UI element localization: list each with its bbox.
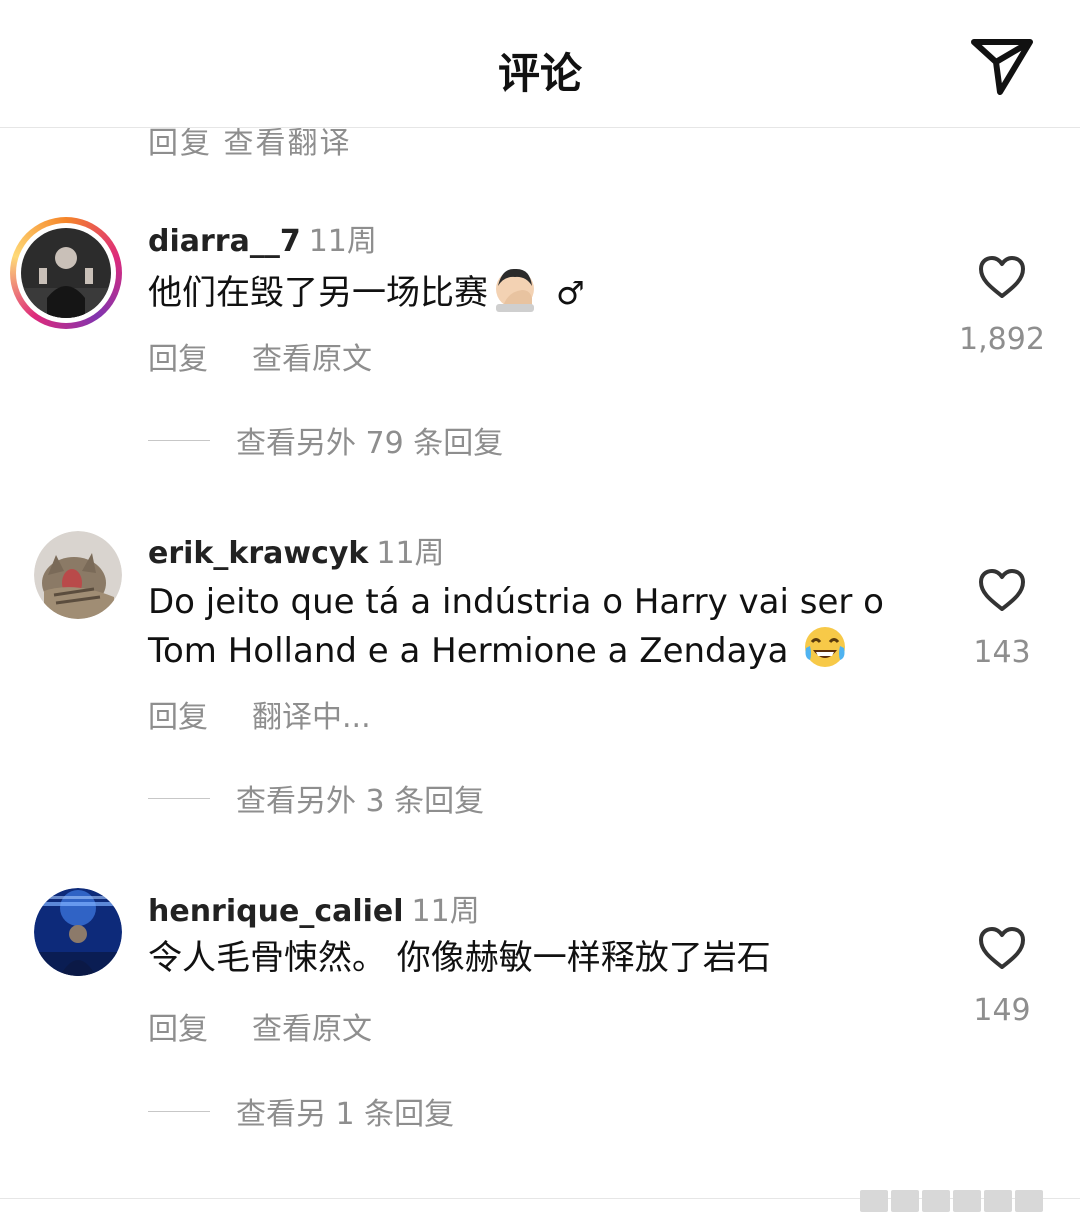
- see-original-button[interactable]: 查看原文: [252, 1012, 372, 1047]
- reply-button[interactable]: 回复: [148, 700, 208, 735]
- divider: [148, 1110, 210, 1112]
- like-count: 1,892: [959, 322, 1045, 357]
- comment-actions: 回复 翻译中...: [148, 692, 371, 736]
- view-more-replies[interactable]: 查看另外 3 条回复: [148, 776, 484, 820]
- heart-icon[interactable]: [977, 254, 1027, 300]
- avatar[interactable]: [10, 217, 122, 329]
- translating-status: 翻译中...: [252, 700, 371, 735]
- male-sign: ♂: [556, 274, 585, 312]
- heart-icon[interactable]: [977, 925, 1027, 971]
- paper-plane-icon[interactable]: [966, 34, 1038, 98]
- view-more-replies[interactable]: 查看另 1 条回复: [148, 1089, 454, 1133]
- avatar-image: [34, 531, 122, 619]
- face-with-tears-of-joy-emoji-icon: [805, 627, 846, 667]
- watermark-blur: [860, 1190, 1070, 1224]
- avatar[interactable]: [34, 531, 122, 619]
- view-more-replies-label: 查看另 1 条回复: [236, 1097, 455, 1132]
- like-count: 149: [973, 993, 1031, 1028]
- comment-actions: 回复 查看原文: [148, 1004, 372, 1048]
- heart-icon[interactable]: [977, 567, 1027, 613]
- comment-text: Do jeito que tá a indústria o Harry vai …: [148, 580, 928, 673]
- man-facepalming-emoji-icon: [496, 268, 534, 312]
- timestamp: 11周: [376, 536, 445, 571]
- avatar-image: [21, 228, 111, 318]
- timestamp: 11周: [308, 224, 377, 259]
- avatar-image: [34, 888, 122, 976]
- timestamp: 11周: [411, 894, 480, 929]
- comment-user-line: henrique_caliel 11周: [148, 886, 480, 930]
- view-more-replies-label: 查看另外 3 条回复: [236, 784, 485, 819]
- reply-button[interactable]: 回复: [148, 342, 208, 377]
- username[interactable]: erik_krawcyk: [148, 536, 368, 571]
- username[interactable]: diarra__7: [148, 224, 301, 259]
- reply-button[interactable]: 回复: [148, 1012, 208, 1047]
- comment-text-content: 他们在毁了另一场比赛: [148, 273, 488, 313]
- like-area: 143: [950, 567, 1054, 670]
- like-area: 149: [950, 925, 1054, 1028]
- comment-user-line: erik_krawcyk 11周: [148, 528, 445, 572]
- like-area: 1,892: [950, 254, 1054, 357]
- comments-header: 评论: [0, 0, 1080, 128]
- see-original-button[interactable]: 查看原文: [252, 342, 372, 377]
- story-ring: [10, 217, 122, 329]
- username[interactable]: henrique_caliel: [148, 894, 404, 929]
- comment-user-line: diarra__7 11周: [148, 216, 377, 260]
- avatar[interactable]: [34, 888, 122, 976]
- view-more-replies[interactable]: 查看另外 79 条回复: [148, 418, 503, 462]
- like-count: 143: [973, 635, 1031, 670]
- divider: [148, 797, 210, 799]
- view-more-replies-label: 查看另外 79 条回复: [236, 426, 504, 461]
- comment-text-content: 令人毛骨悚然。 你像赫敏一样释放了岩石: [148, 938, 771, 978]
- comment-text: 令人毛骨悚然。 你像赫敏一样释放了岩石: [148, 936, 928, 980]
- comment-text-content: Do jeito que tá a indústria o Harry vai …: [148, 582, 884, 671]
- comment-text: 他们在毁了另一场比赛 ♂: [148, 266, 928, 315]
- divider: [148, 439, 210, 441]
- page-title: 评论: [497, 49, 582, 98]
- comment-actions: 回复 查看原文: [148, 334, 372, 378]
